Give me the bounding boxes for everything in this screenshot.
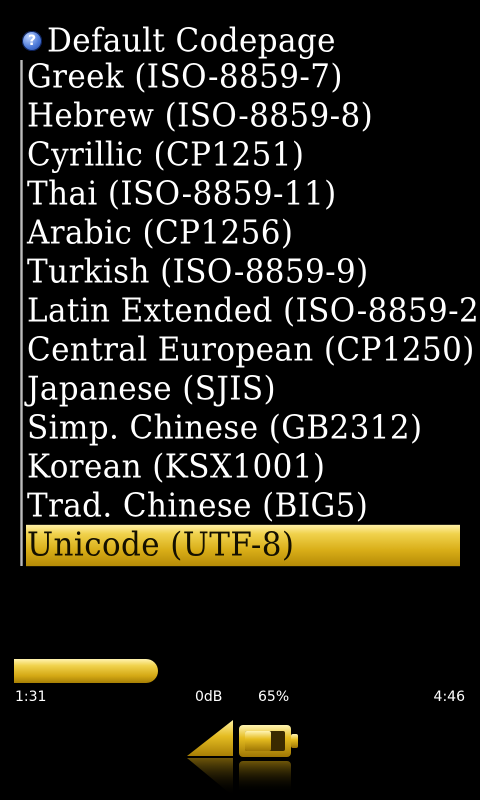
codepage-item[interactable]: Japanese (SJIS) bbox=[26, 369, 460, 410]
battery-level-bar bbox=[245, 731, 271, 751]
scrollbar[interactable] bbox=[20, 60, 23, 566]
back-arrow-icon[interactable] bbox=[185, 718, 235, 800]
codepage-item[interactable]: Cyrillic (CP1251) bbox=[26, 135, 460, 176]
codepage-item[interactable]: Arabic (CP1256) bbox=[26, 213, 460, 254]
codepage-item[interactable]: Unicode (UTF-8) bbox=[26, 524, 460, 567]
total-time: 4:46 bbox=[433, 689, 465, 705]
codepage-item[interactable]: Central European (CP1250) bbox=[26, 330, 474, 371]
codepage-item[interactable]: Latin Extended (ISO-8859-2) bbox=[26, 291, 480, 332]
menu-title: Default Codepage bbox=[47, 21, 336, 60]
codepage-item[interactable]: Trad. Chinese (BIG5) bbox=[26, 486, 460, 527]
battery-icon bbox=[239, 725, 298, 793]
codepage-item[interactable]: Thai (ISO-8859-11) bbox=[26, 174, 460, 215]
codepage-item[interactable]: Greek (ISO-8859-7) bbox=[26, 57, 460, 98]
elapsed-time: 1:31 bbox=[15, 689, 47, 705]
codepage-list: Greek (ISO-8859-7) Hebrew (ISO-8859-8) Cyr… bbox=[26, 57, 480, 567]
codepage-item[interactable]: Hebrew (ISO-8859-8) bbox=[26, 96, 460, 137]
bottom-controls bbox=[185, 718, 315, 800]
battery-percent: 65% bbox=[258, 689, 290, 705]
codepage-item[interactable]: Korean (KSX1001) bbox=[26, 447, 460, 488]
codepage-item[interactable]: Turkish (ISO-8859-9) bbox=[26, 252, 460, 293]
progress-fill bbox=[14, 659, 158, 683]
volume-level: 0dB bbox=[195, 689, 223, 705]
progress-bar[interactable] bbox=[14, 659, 466, 683]
codepage-item[interactable]: Simp. Chinese (GB2312) bbox=[26, 408, 460, 449]
menu-title-row: ? Default Codepage bbox=[22, 21, 336, 60]
help-icon[interactable]: ? bbox=[22, 31, 42, 51]
